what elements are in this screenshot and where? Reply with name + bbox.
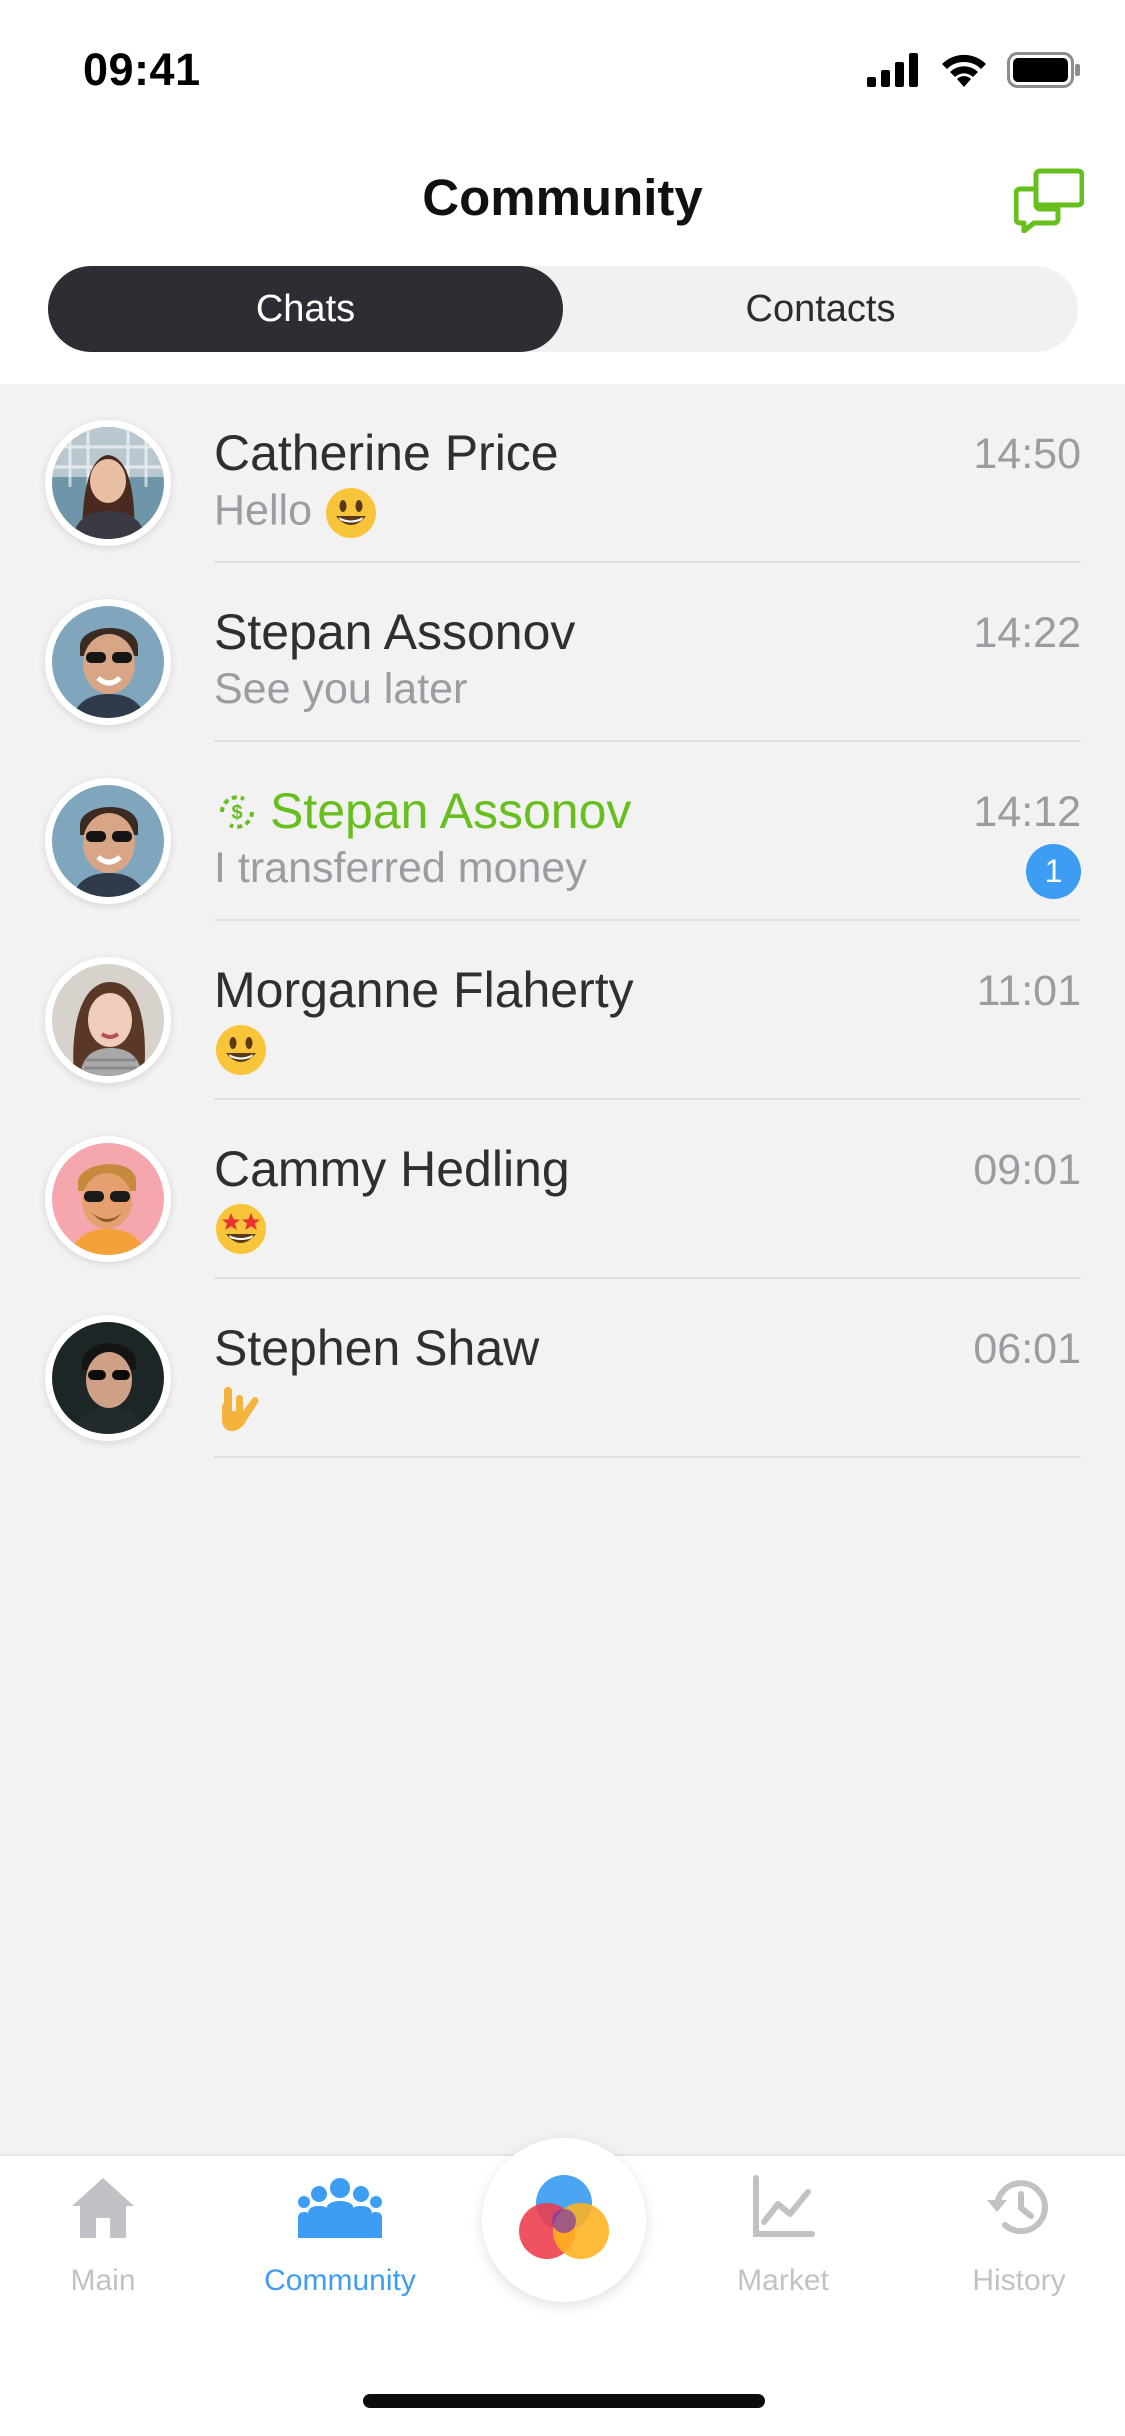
tab-main-label: Main — [70, 2264, 136, 2297]
community-icon — [298, 2178, 382, 2238]
tab-history-label: History — [972, 2264, 1066, 2297]
chat-row-cammy-hedling[interactable]: Cammy Hedling 09:01 — [0, 1100, 1125, 1279]
chat-name: Stepan Assonov — [214, 604, 576, 660]
status-time: 09:41 — [83, 44, 201, 95]
wifi-icon — [942, 54, 986, 87]
chat-name: $ Stepan Assonov — [214, 782, 631, 840]
chat-name: Stephen Shaw — [214, 1320, 540, 1376]
status-icons — [867, 50, 1081, 90]
svg-text:$: $ — [231, 802, 242, 824]
chat-row-stephen-shaw[interactable]: Stephen Shaw 06:01 — [0, 1279, 1125, 1458]
chat-time: 11:01 — [976, 967, 1081, 1015]
unread-badge: 1 — [1026, 844, 1081, 899]
tab-main[interactable]: Main — [8, 2156, 198, 2336]
tab-history[interactable]: History — [924, 2156, 1114, 2336]
tab-community[interactable]: Community — [245, 2156, 435, 2336]
avatar — [45, 420, 171, 546]
chats-contacts-segmented-control: Chats Contacts — [48, 266, 1078, 352]
chat-name: Catherine Price — [214, 425, 559, 481]
divider — [214, 1456, 1081, 1458]
chat-time: 14:12 — [973, 788, 1081, 836]
tab-contacts[interactable]: Contacts — [563, 266, 1078, 352]
grinning-face-icon — [216, 1025, 266, 1075]
chat-name-text: Stepan Assonov — [270, 783, 632, 839]
new-chat-button[interactable] — [1013, 163, 1085, 234]
page-title: Community — [422, 169, 703, 226]
chat-time: 06:01 — [973, 1325, 1081, 1373]
home-icon — [72, 2178, 134, 2238]
history-icon — [987, 2180, 1048, 2235]
color-circles-icon — [519, 2175, 609, 2259]
tab-market-label: Market — [737, 2264, 829, 2297]
chat-row-morganne-flaherty[interactable]: Morganne Flaherty 11:01 — [0, 921, 1125, 1100]
chat-row-stepan-assonov-transfer[interactable]: $ Stepan Assonov I transferred money 14:… — [0, 742, 1125, 921]
avatar — [45, 778, 171, 904]
chat-preview: Hello — [214, 486, 378, 540]
chat-preview-text: Hello — [214, 486, 312, 535]
chat-name: Morganne Flaherty — [214, 962, 634, 1018]
grinning-face-icon — [325, 488, 376, 538]
center-action-button[interactable] — [482, 2138, 646, 2302]
chat-preview: See you later — [214, 665, 468, 713]
chat-time: 09:01 — [973, 1146, 1081, 1194]
chat-time: 14:22 — [973, 609, 1081, 657]
tab-chats[interactable]: Chats — [48, 266, 563, 352]
avatar — [45, 957, 171, 1083]
chart-icon — [753, 2175, 815, 2237]
chat-time: 14:50 — [973, 430, 1081, 478]
signal-icon — [867, 53, 918, 87]
chat-row-stepan-assonov[interactable]: Stepan Assonov See you later 14:22 — [0, 563, 1125, 742]
avatar — [45, 599, 171, 725]
chat-preview: I transferred money — [214, 844, 587, 892]
home-indicator — [363, 2394, 765, 2408]
chat-preview — [214, 1202, 268, 1256]
love-you-gesture-icon — [222, 1387, 259, 1431]
chat-preview — [214, 1023, 268, 1077]
chat-list: Catherine Price Hello 14:50 Stepan Asson… — [0, 384, 1125, 1458]
tab-community-label: Community — [264, 2264, 416, 2297]
top-area: 09:41 Community Chats Contacts — [0, 0, 1125, 384]
avatar — [45, 1136, 171, 1262]
star-struck-face-icon — [216, 1204, 266, 1254]
chat-row-catherine-price[interactable]: Catherine Price Hello 14:50 — [0, 384, 1125, 563]
chat-name: Cammy Hedling — [214, 1141, 570, 1197]
avatar — [45, 1315, 171, 1441]
money-transfer-icon: $ — [220, 795, 254, 829]
tab-market[interactable]: Market — [688, 2156, 878, 2336]
new-chat-icon — [1013, 168, 1085, 234]
chat-preview — [214, 1381, 268, 1435]
battery-icon — [1007, 52, 1080, 88]
